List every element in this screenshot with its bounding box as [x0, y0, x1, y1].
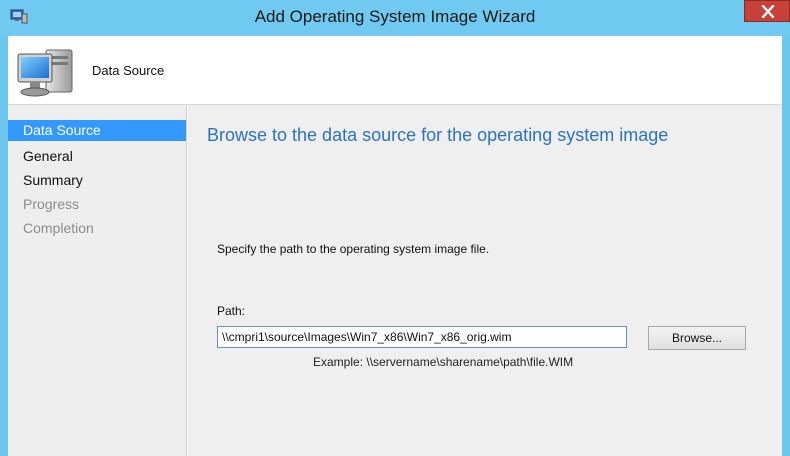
- path-label: Path:: [217, 304, 246, 318]
- browse-button[interactable]: Browse...: [648, 326, 746, 350]
- nav-item-summary[interactable]: Summary: [8, 168, 186, 192]
- computer-icon: [17, 49, 73, 97]
- window-title: Add Operating System Image Wizard: [254, 7, 536, 26]
- wizard-content: Browse to the data source for the operat…: [188, 105, 782, 456]
- page-title: Data Source: [92, 63, 165, 78]
- path-input[interactable]: [217, 326, 627, 348]
- wizard-body: Data Source Data Source General Summary …: [8, 36, 782, 456]
- nav-item-general[interactable]: General: [8, 144, 186, 168]
- section-heading: Browse to the data source for the operat…: [207, 125, 669, 145]
- close-button[interactable]: [744, 0, 790, 22]
- instruction-text: Specify the path to the operating system…: [217, 242, 490, 256]
- nav-item-completion: Completion: [23, 220, 94, 236]
- close-icon: [761, 5, 775, 18]
- example-text: Example: \\servername\sharename\path\fil…: [313, 355, 574, 369]
- wizard-nav: Data Source General Summary Progress Com…: [8, 105, 187, 456]
- title-bar[interactable]: Add Operating System Image Wizard: [0, 0, 790, 36]
- nav-item-progress: Progress: [23, 196, 80, 212]
- wizard-header: Data Source: [8, 36, 782, 105]
- nav-item-data-source[interactable]: Data Source: [8, 120, 186, 141]
